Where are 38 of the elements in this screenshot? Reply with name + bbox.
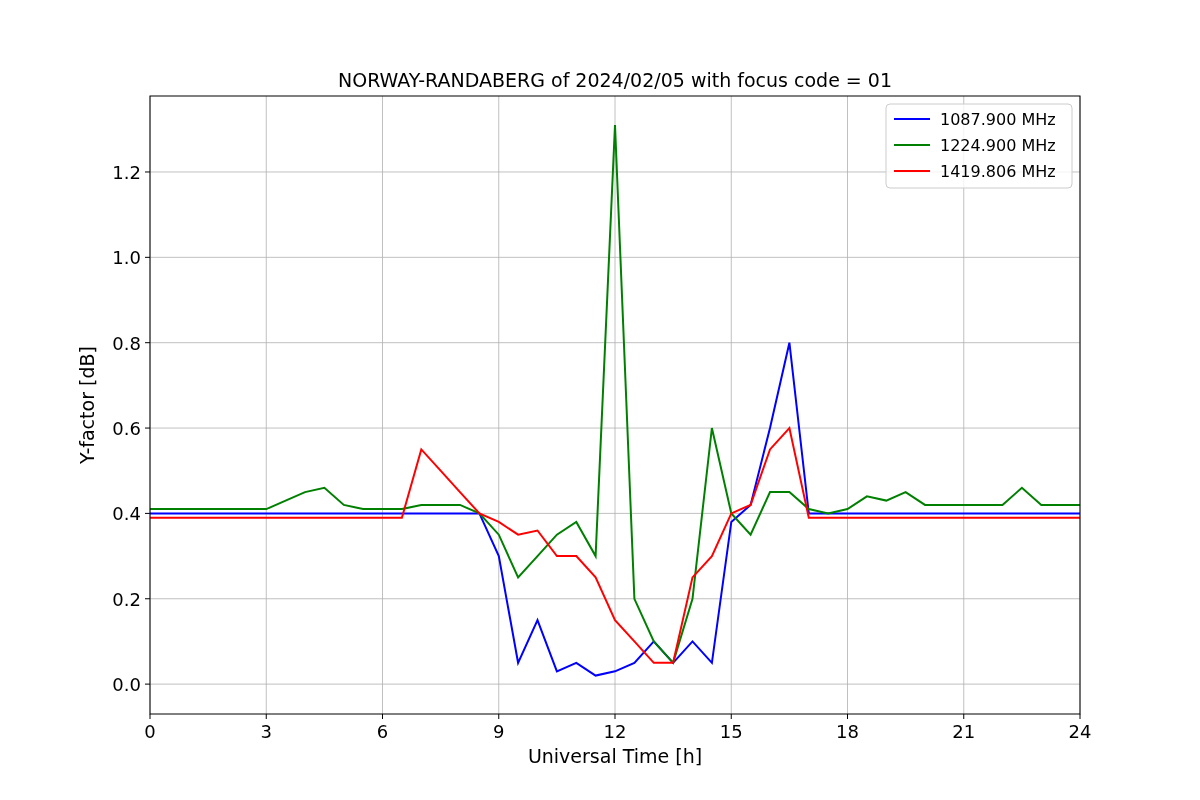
tick-label: 0.8 xyxy=(112,332,141,354)
tick-label: 21 xyxy=(952,721,976,742)
tick-label: 0.2 xyxy=(112,588,141,610)
tick-label: 0.6 xyxy=(112,418,141,440)
tick-label: 0.0 xyxy=(112,674,141,696)
axis-label: Y-factor [dB] xyxy=(76,346,98,464)
tick-mark xyxy=(144,427,151,429)
axis-label: Universal Time [h] xyxy=(527,745,703,767)
tick-mark xyxy=(144,256,151,258)
tick-label: 9 xyxy=(493,721,505,742)
legend-label: 1224.900 MHz xyxy=(940,136,1056,155)
tick-mark xyxy=(265,713,267,720)
tick-mark xyxy=(1079,713,1081,720)
tick-label: 24 xyxy=(1068,721,1092,742)
legend-label: 1087.900 MHz xyxy=(940,110,1056,129)
tick-mark xyxy=(498,713,500,720)
tick-mark xyxy=(963,713,965,720)
tick-mark xyxy=(144,171,151,173)
tick-mark xyxy=(144,598,151,600)
tick-label: 0 xyxy=(144,721,156,742)
legend-label: 1419.806 MHz xyxy=(940,162,1056,181)
tick-mark xyxy=(730,713,732,720)
tick-label: 3 xyxy=(260,721,272,742)
tick-label: 0.4 xyxy=(112,503,141,525)
chart-title: NORWAY-RANDABERG of 2024/02/05 with focus code = 01 xyxy=(338,69,892,91)
tick-label: 12 xyxy=(603,721,627,742)
tick-label: 15 xyxy=(719,721,743,742)
tick-label: 6 xyxy=(376,721,389,742)
tick-mark xyxy=(847,713,848,720)
tick-mark xyxy=(144,342,151,344)
tick-label: 1.0 xyxy=(112,247,141,269)
tick-label: 1.2 xyxy=(112,161,141,183)
tick-label: 18 xyxy=(836,721,859,742)
tick-mark xyxy=(382,713,383,720)
tick-mark xyxy=(144,683,151,685)
tick-mark xyxy=(144,512,151,514)
tick-mark xyxy=(149,713,151,720)
tick-mark xyxy=(614,713,616,720)
